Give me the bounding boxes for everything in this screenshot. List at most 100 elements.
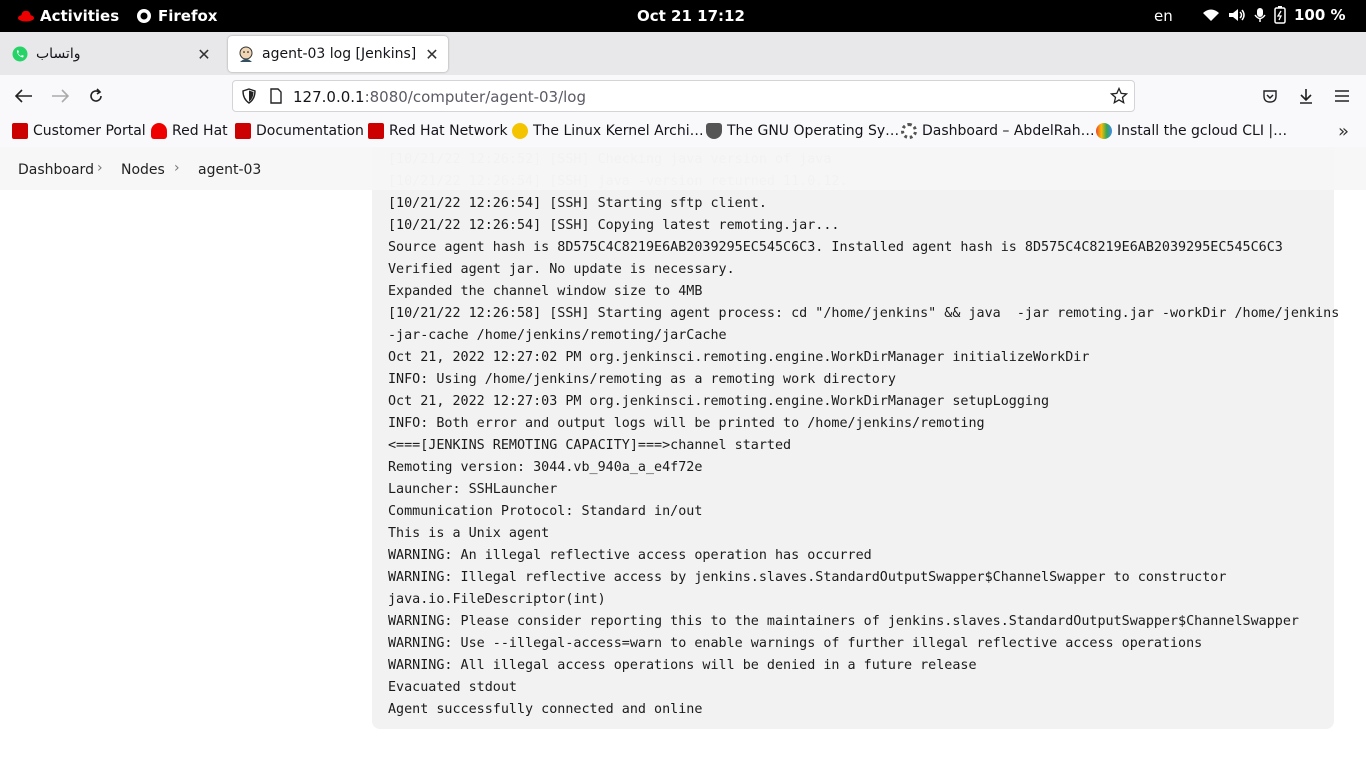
- log-line: [10/21/22 12:26:54] [SSH] Starting sftp …: [388, 196, 767, 211]
- close-tab-icon[interactable]: ✕: [422, 45, 442, 64]
- url-text: 127.0.0.1:8080/computer/agent-03/log: [293, 88, 586, 106]
- wifi-icon: [1203, 9, 1219, 21]
- log-line: WARNING: An illegal reflective access op…: [388, 548, 872, 563]
- download-icon: [1300, 89, 1312, 104]
- bookmark-gnu[interactable]: The GNU Operating Sy…: [706, 123, 899, 139]
- more-bookmarks-chevron-icon[interactable]: »: [1338, 121, 1349, 142]
- log-line: java.io.FileDescriptor(int): [388, 592, 606, 607]
- log-line: Communication Protocol: Standard in/out: [388, 504, 703, 519]
- log-line: Verified agent jar. No update is necessa…: [388, 262, 735, 277]
- url-path: :8080/computer/agent-03/log: [364, 88, 587, 106]
- reload-icon: [90, 88, 102, 102]
- app-menu[interactable]: Firefox: [136, 7, 217, 25]
- log-line: This is a Unix agent: [388, 526, 550, 541]
- bookmark-label: Red Hat: [172, 123, 228, 139]
- navigation-toolbar: 127.0.0.1:8080/computer/agent-03/log: [0, 75, 1366, 117]
- bookmark-customer-portal[interactable]: Customer Portal: [12, 123, 146, 139]
- bookmark-label: The GNU Operating Sy…: [727, 123, 900, 139]
- system-top-bar: Activities Firefox Oct 21 17:12 en 100 %: [0, 0, 1366, 32]
- app-name: Firefox: [158, 7, 218, 25]
- whatsapp-icon: [12, 46, 28, 62]
- bookmark-label: Install the gcloud CLI |…: [1117, 123, 1288, 139]
- address-bar[interactable]: 127.0.0.1:8080/computer/agent-03/log: [232, 80, 1135, 112]
- redhat-favicon-icon: [12, 123, 28, 139]
- back-button[interactable]: [12, 85, 36, 107]
- log-line: Source agent hash is 8D575C4C8219E6AB203…: [388, 240, 1283, 255]
- downloads-button[interactable]: [1294, 85, 1318, 107]
- gnu-icon: [706, 123, 722, 139]
- log-line: Oct 21, 2022 12:27:03 PM org.jenkinsci.r…: [388, 394, 1050, 409]
- log-line: <===[JENKINS REMOTING CAPACITY]===>chann…: [388, 438, 792, 453]
- tab-title: واتساب: [36, 46, 81, 62]
- battery-icon: [1274, 6, 1286, 24]
- close-tab-icon[interactable]: ✕: [194, 45, 214, 64]
- url-host: 127.0.0.1: [293, 88, 365, 106]
- firefox-icon: [137, 9, 151, 23]
- keyboard-layout-indicator[interactable]: en: [1154, 7, 1173, 25]
- activities-label: Activities: [40, 7, 120, 25]
- clock[interactable]: Oct 21 17:12: [637, 7, 745, 25]
- console-log-panel: [10/21/22 12:26:52] [SSH] Checking java …: [372, 147, 1339, 729]
- breadcrumb-nodes[interactable]: Nodes: [121, 162, 165, 178]
- bookmark-dashboard[interactable]: Dashboard – AbdelRah…: [901, 123, 1095, 139]
- redhat-favicon-icon: [151, 123, 167, 139]
- bookmark-linux-kernel-archives[interactable]: The Linux Kernel Archi…: [512, 123, 704, 139]
- jenkins-icon: [238, 46, 254, 62]
- redhat-icon: [18, 10, 34, 22]
- bookmark-star-icon[interactable]: [1109, 86, 1129, 109]
- log-line: Oct 21, 2022 12:27:02 PM org.jenkinsci.r…: [388, 350, 1090, 365]
- volume-icon: [1229, 9, 1245, 21]
- tab-strip: واتساب ✕ agent-03 log [Jenkins] ✕ + ✕: [0, 32, 1366, 96]
- log-line: Remoting version: 3044.vb_940a_a_e4f72e: [388, 460, 703, 475]
- shield-icon[interactable]: [241, 88, 257, 108]
- forward-button[interactable]: [48, 85, 72, 107]
- system-tray[interactable]: 100 %: [1202, 6, 1346, 24]
- log-line: Evacuated stdout: [388, 680, 517, 695]
- page-info-icon[interactable]: [269, 88, 283, 108]
- tux-icon: [512, 123, 528, 139]
- log-line: WARNING: Please consider reporting this …: [388, 614, 1299, 629]
- bookmark-gcloud-cli[interactable]: Install the gcloud CLI |…: [1096, 123, 1287, 139]
- dashboard-gear-icon: [901, 123, 917, 139]
- bookmark-red-hat[interactable]: Red Hat: [151, 123, 228, 139]
- arrow-left-icon: [15, 89, 32, 103]
- chevron-right-icon: ›: [97, 160, 103, 176]
- bookmark-label: The Linux Kernel Archi…: [533, 123, 704, 139]
- google-cloud-icon: [1096, 123, 1112, 139]
- battery-percentage: 100 %: [1294, 6, 1346, 24]
- bookmark-label: Red Hat Network: [389, 123, 508, 139]
- log-line: WARNING: Use --illegal-access=warn to en…: [388, 636, 1203, 651]
- bookmarks-toolbar: Customer Portal Red Hat Documentation Re…: [0, 117, 1366, 147]
- pocket-button[interactable]: [1258, 85, 1282, 107]
- bookmark-red-hat-network[interactable]: Red Hat Network: [368, 123, 508, 139]
- bookmark-label: Customer Portal: [33, 123, 146, 139]
- log-line: INFO: Using /home/jenkins/remoting as a …: [388, 372, 896, 387]
- log-line: Expanded the channel window size to 4MB: [388, 284, 703, 299]
- breadcrumb-dashboard[interactable]: Dashboard: [18, 162, 94, 178]
- bookmark-documentation[interactable]: Documentation: [235, 123, 364, 139]
- chevron-right-icon: ›: [174, 160, 180, 176]
- microphone-icon: [1254, 8, 1266, 22]
- log-line: [10/21/22 12:26:54] [SSH] Copying latest…: [388, 218, 840, 233]
- hamburger-menu-icon: [1335, 90, 1349, 102]
- bookmark-label: Documentation: [256, 123, 364, 139]
- log-line: INFO: Both error and output logs will be…: [388, 416, 985, 431]
- log-line: Agent successfully connected and online: [388, 702, 703, 717]
- log-line: WARNING: All illegal access operations w…: [388, 658, 977, 673]
- app-menu-button[interactable]: [1330, 85, 1354, 107]
- bookmark-label: Dashboard – AbdelRah…: [922, 123, 1095, 139]
- log-line: Launcher: SSHLauncher: [388, 482, 558, 497]
- breadcrumb-agent[interactable]: agent-03: [198, 162, 261, 178]
- reload-button[interactable]: [84, 85, 108, 107]
- tab-whatsapp[interactable]: واتساب ✕: [2, 36, 220, 72]
- activities-button[interactable]: Activities: [18, 7, 119, 25]
- page-content: [10/21/22 12:26:52] [SSH] Checking java …: [0, 147, 1366, 768]
- console-log: [10/21/22 12:26:52] [SSH] Checking java …: [388, 149, 1339, 721]
- log-line: -jar-cache /home/jenkins/remoting/jarCac…: [388, 328, 727, 343]
- pocket-icon: [1263, 90, 1277, 103]
- arrow-right-icon: [52, 89, 69, 103]
- redhat-favicon-icon: [235, 123, 251, 139]
- log-line: [10/21/22 12:26:58] [SSH] Starting agent…: [388, 306, 1340, 321]
- log-line: WARNING: Illegal reflective access by je…: [388, 570, 1227, 585]
- tab-jenkins-log[interactable]: agent-03 log [Jenkins] ✕: [228, 36, 448, 72]
